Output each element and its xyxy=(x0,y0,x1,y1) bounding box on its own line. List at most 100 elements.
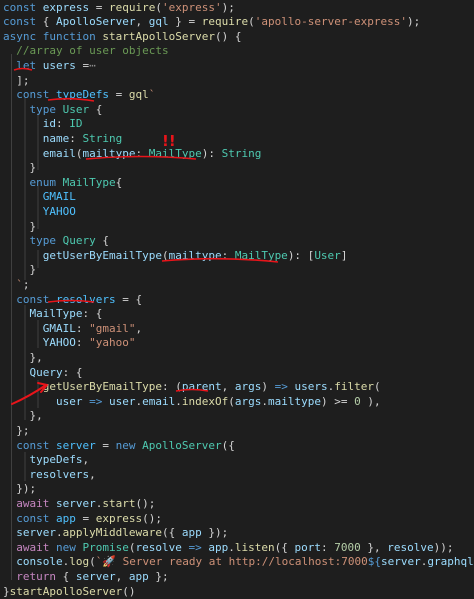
code-token: ( xyxy=(155,1,162,14)
code-token: : xyxy=(56,117,69,130)
code-token: filter xyxy=(334,380,374,393)
code-line[interactable]: GMAIL: "gmail", xyxy=(3,322,474,337)
code-token: Query xyxy=(63,234,96,247)
code-token: ApolloServer xyxy=(56,15,135,28)
code-token xyxy=(3,205,43,218)
code-line[interactable]: } xyxy=(3,220,474,235)
code-line[interactable]: }; xyxy=(3,424,474,439)
code-line[interactable]: }); xyxy=(3,482,474,497)
code-line[interactable]: const app = express(); xyxy=(3,512,474,527)
code-token: = xyxy=(76,512,96,525)
code-line[interactable]: email(mailtype: MailType): String xyxy=(3,147,474,162)
code-token: }; xyxy=(149,570,169,583)
code-token: //array of user objects xyxy=(16,44,168,57)
code-token: user xyxy=(109,395,136,408)
code-token: : { xyxy=(82,307,102,320)
code-token: ) >= xyxy=(321,395,354,408)
code-token: applyMiddleware xyxy=(63,526,162,539)
code-token: } xyxy=(3,220,36,233)
code-token: express xyxy=(96,512,142,525)
code-token: server xyxy=(76,570,116,583)
code-line[interactable]: user => user.email.indexOf(args.mailtype… xyxy=(3,395,474,410)
code-line[interactable]: const server = new ApolloServer({ xyxy=(3,439,474,454)
code-line[interactable]: GMAIL xyxy=(3,190,474,205)
code-line[interactable]: getUserByEmailType: (parent, args) => us… xyxy=(3,380,474,395)
code-line[interactable]: server.applyMiddleware({ app }); xyxy=(3,526,474,541)
code-token: User xyxy=(63,103,90,116)
code-line[interactable]: YAHOO xyxy=(3,205,474,220)
code-token xyxy=(3,44,16,57)
code-line[interactable]: id: ID xyxy=(3,117,474,132)
code-token: port xyxy=(294,541,321,554)
code-token: ` xyxy=(16,278,23,291)
code-line[interactable]: //array of user objects xyxy=(3,44,474,59)
code-line[interactable]: console.log(`🚀 Server ready at http://lo… xyxy=(3,555,474,570)
code-token: indexOf xyxy=(182,395,228,408)
code-token: type xyxy=(30,103,63,116)
code-token: resolvers xyxy=(56,293,116,306)
code-editor[interactable]: const express = require('express');const… xyxy=(0,0,474,596)
code-token: MailType xyxy=(63,176,116,189)
code-line[interactable]: enum MailType{ xyxy=(3,176,474,191)
code-line[interactable]: } xyxy=(3,161,474,176)
code-token xyxy=(3,439,16,452)
code-line[interactable]: typeDefs, xyxy=(3,453,474,468)
code-token: startApolloServer xyxy=(102,30,215,43)
code-token: users xyxy=(294,380,327,393)
code-token xyxy=(3,103,30,116)
code-line[interactable]: YAHOO: "yahoo" xyxy=(3,336,474,351)
code-token: console xyxy=(16,555,62,568)
code-token: ( xyxy=(89,555,96,568)
code-token: String xyxy=(222,147,262,160)
code-line[interactable]: type Query { xyxy=(3,234,474,249)
code-line[interactable]: type User { xyxy=(3,103,474,118)
code-line[interactable]: const express = require('express'); xyxy=(3,1,474,16)
code-token: } = xyxy=(169,15,202,28)
code-line[interactable]: } xyxy=(3,263,474,278)
code-token: mailtype xyxy=(83,147,136,160)
code-token: . xyxy=(261,395,268,408)
code-token: let xyxy=(16,59,43,72)
code-token: ] xyxy=(341,249,348,262)
code-token: , xyxy=(116,570,129,583)
code-token: const xyxy=(16,439,56,452)
code-token xyxy=(3,176,30,189)
code-line[interactable]: const resolvers = { xyxy=(3,293,474,308)
code-line[interactable]: await new Promise(resolve => app.listen(… xyxy=(3,541,474,556)
code-token: Promise xyxy=(83,541,129,554)
code-token: server xyxy=(381,555,421,568)
code-line[interactable]: const typeDefs = gql` xyxy=(3,88,474,103)
code-line[interactable]: }startApolloServer() xyxy=(3,585,474,599)
code-line[interactable]: name: String xyxy=(3,132,474,147)
code-token: log xyxy=(69,555,89,568)
code-token: id xyxy=(43,117,56,130)
code-token: }, xyxy=(3,409,43,422)
code-line[interactable]: Query: { xyxy=(3,366,474,381)
code-token: : xyxy=(76,336,89,349)
code-line[interactable]: ]; xyxy=(3,74,474,89)
code-token: typeDefs xyxy=(30,453,83,466)
code-line[interactable]: getUserByEmailType(mailtype: MailType): … xyxy=(3,249,474,264)
code-token xyxy=(3,117,43,130)
code-line[interactable]: resolvers, xyxy=(3,468,474,483)
code-line[interactable]: let users =⋯ xyxy=(3,59,474,74)
code-token: await xyxy=(16,541,56,554)
code-token: ): xyxy=(202,147,222,160)
code-line[interactable]: `; xyxy=(3,278,474,293)
code-token: name xyxy=(43,132,70,145)
code-token: }); xyxy=(3,482,36,495)
code-token: : ( xyxy=(162,380,182,393)
code-line[interactable]: return { server, app }; xyxy=(3,570,474,585)
code-token: typeDefs xyxy=(56,88,109,101)
code-line[interactable]: const { ApolloServer, gql } = require('a… xyxy=(3,15,474,30)
code-token: args xyxy=(235,380,262,393)
code-token xyxy=(3,88,16,101)
code-line[interactable]: }, xyxy=(3,409,474,424)
code-token: : xyxy=(76,322,89,335)
code-line[interactable]: }, xyxy=(3,351,474,366)
code-line[interactable]: async function startApolloServer() { xyxy=(3,30,474,45)
code-line[interactable]: MailType: { xyxy=(3,307,474,322)
code-line[interactable]: await server.start(); xyxy=(3,497,474,512)
code-token: email xyxy=(43,147,76,160)
code-token: 7000 xyxy=(334,541,361,554)
